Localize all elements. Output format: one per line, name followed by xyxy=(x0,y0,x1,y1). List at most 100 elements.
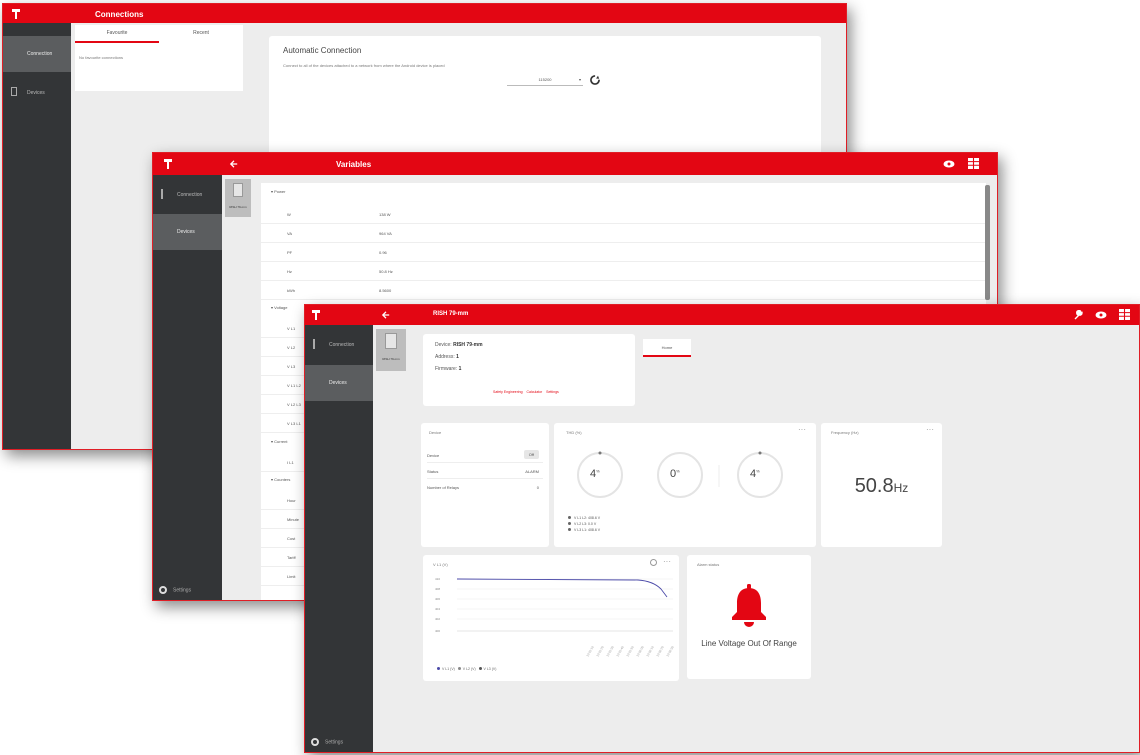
status-row-label: Number of Relays xyxy=(427,485,460,490)
frequency-value: 50.8 xyxy=(854,475,894,497)
more-options-icon[interactable]: ··· xyxy=(663,557,671,566)
wrench-icon[interactable] xyxy=(1073,310,1083,320)
device-icon xyxy=(11,87,17,96)
legend-label: V L1 L2: 408.6 V xyxy=(574,516,601,520)
address-value: 1 xyxy=(456,354,459,360)
gauge-l3: 4% xyxy=(750,468,760,480)
legend-item[interactable]: V L1 (V) xyxy=(437,667,455,671)
sidebar-item-label: Connection xyxy=(329,342,355,348)
card-title: THD (%) xyxy=(566,430,582,435)
frequency-readout: 50.8Hz xyxy=(821,475,942,498)
eye-icon[interactable] xyxy=(943,160,955,168)
table-row: Hz 50.8 Hz xyxy=(261,262,986,281)
sidebar: Connection Devices Settings xyxy=(305,325,373,752)
settings-button[interactable]: Settings xyxy=(159,586,191,594)
x-tick: 12:01:50 xyxy=(625,645,634,657)
sidebar-item-label: Devices xyxy=(177,229,195,235)
variable-name: PF xyxy=(287,250,293,255)
grid-menu-icon[interactable] xyxy=(1119,309,1130,320)
group-label: Power xyxy=(274,189,286,194)
app-logo-icon xyxy=(312,310,320,320)
device-status-card: Device Device Off Status ALARM Number of… xyxy=(421,423,549,547)
scrollbar[interactable] xyxy=(985,185,990,300)
link-settings[interactable]: Settings xyxy=(546,390,559,394)
y-tick: 400 xyxy=(435,629,440,633)
group-counters-header[interactable]: ▾ Counters xyxy=(271,477,290,482)
legend-item[interactable]: V L2 (V) xyxy=(457,667,476,671)
y-tick: 402 xyxy=(435,617,440,621)
x-tick: 12:01:20 xyxy=(595,645,604,657)
x-tick: 12:02:10 xyxy=(645,645,654,657)
refresh-icon[interactable] xyxy=(589,74,601,86)
gauge-unit: % xyxy=(676,468,680,474)
sidebar-item-devices[interactable]: Devices xyxy=(3,75,71,111)
settings-button[interactable]: Settings xyxy=(311,738,343,746)
variable-name: V L3 L1 xyxy=(287,421,301,426)
tab-favourite[interactable]: Favourite xyxy=(75,25,159,43)
tab-home[interactable]: Home xyxy=(643,339,691,357)
automatic-connection-panel: Automatic Connection Connect to all of t… xyxy=(269,36,821,166)
device-toggle-button[interactable]: Off xyxy=(523,450,539,459)
chevron-down-icon: ▾ xyxy=(578,77,581,82)
variable-name: kWh xyxy=(287,288,295,293)
group-current-header[interactable]: ▾ Current xyxy=(271,439,287,444)
group-power-header[interactable]: ▾ Power xyxy=(271,189,285,194)
chart-legend: V L1 (V) V L2 (V) V L3 (V) xyxy=(437,667,496,671)
x-tick: 12:01:40 xyxy=(615,645,624,657)
device-label: Device: xyxy=(435,342,452,348)
card-title: Alarm status xyxy=(697,562,720,567)
settings-label: Settings xyxy=(173,587,192,594)
voltage-line-chart: 410 408 406 404 402 400 12:01:10 12:01:2… xyxy=(435,577,675,658)
connection-icon xyxy=(313,339,315,349)
group-label: Current xyxy=(274,439,288,444)
app-logo-icon xyxy=(164,159,172,169)
info-icon[interactable] xyxy=(650,559,657,566)
card-title: Device xyxy=(429,430,442,435)
device-thumbnail[interactable]: RISH 79-mm xyxy=(225,179,251,217)
settings-icon xyxy=(311,738,319,746)
back-arrow-icon[interactable] xyxy=(381,311,391,319)
x-tick: 12:01:10 xyxy=(585,645,594,657)
series-line xyxy=(456,578,668,598)
variable-value: 138 W xyxy=(379,212,391,217)
more-options-icon[interactable]: ··· xyxy=(798,425,806,434)
eye-icon[interactable] xyxy=(1095,311,1107,319)
firmware-value: 1 xyxy=(458,366,462,372)
card-title: Frequency (Hz) xyxy=(831,430,859,435)
app-logo-icon xyxy=(12,9,20,19)
baud-rate-select[interactable]: 115200 ▾ xyxy=(507,74,583,86)
link-calculator[interactable]: Calculator xyxy=(526,390,542,394)
sidebar-item-devices[interactable]: Devices xyxy=(305,365,373,401)
variable-name: Hour xyxy=(287,498,296,503)
title-bar: RISH 79-mm xyxy=(305,305,1139,325)
title-bar: Variables xyxy=(153,153,997,175)
tab-recent[interactable]: Recent xyxy=(159,25,243,43)
device-thumb-label: RISH 79-mm xyxy=(229,205,247,209)
table-row: W 138 W xyxy=(261,205,986,224)
grid-menu-icon[interactable] xyxy=(968,158,979,169)
device-thumbnail[interactable]: RISH 79-mm xyxy=(376,329,406,371)
device-chip-icon xyxy=(233,183,243,197)
variable-name: V L3 xyxy=(287,364,296,369)
variable-name: Hz xyxy=(287,269,292,274)
y-tick: 406 xyxy=(435,597,440,601)
link-safety[interactable]: Safety Engineering xyxy=(493,390,523,394)
voltage-chart-card: V L1 (V) ··· 410 408 406 404 402 400 12:… xyxy=(423,555,679,681)
sidebar-item-connection[interactable]: Connection xyxy=(3,36,71,72)
sidebar-item-connection[interactable]: Connection xyxy=(305,327,373,363)
device-value: RISH 79-mm xyxy=(453,342,483,348)
more-options-icon[interactable]: ··· xyxy=(926,425,934,434)
y-tick: 404 xyxy=(435,607,440,611)
back-arrow-icon[interactable] xyxy=(229,160,239,168)
gauge-unit: % xyxy=(596,468,600,474)
device-info-card: Device: RISH 79-mm Address: 1 Firmware: … xyxy=(423,334,635,406)
title-bar: Connections xyxy=(3,4,846,23)
x-tick: 12:02:20 xyxy=(655,645,664,657)
sidebar-item-devices[interactable]: Devices xyxy=(153,214,222,250)
variable-name: Tariff xyxy=(287,555,296,560)
legend-item[interactable]: V L3 (V) xyxy=(478,667,496,671)
sidebar-item-connection[interactable]: Connection xyxy=(153,177,222,213)
gauge-l1: 4% xyxy=(590,468,600,480)
sidebar-item-label: Devices xyxy=(329,380,347,386)
group-voltage-header[interactable]: ▾ Voltage xyxy=(271,305,287,310)
